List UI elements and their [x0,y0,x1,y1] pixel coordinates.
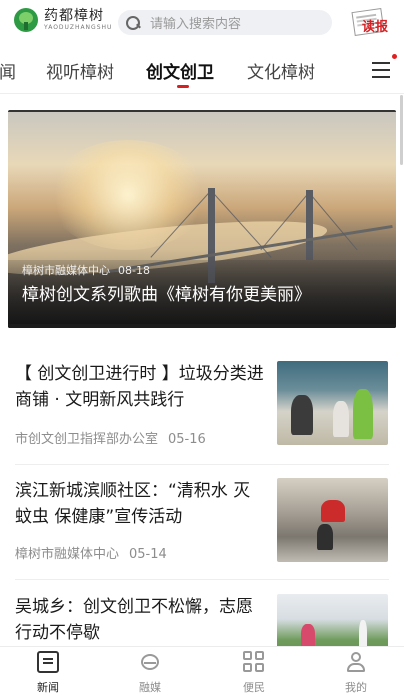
app-header: 药都樟树 YAODUZHANGSHU 请输入搜索内容 读报 [0,0,404,45]
logo-subtitle: YAODUZHANGSHU [44,24,113,31]
banner-date: 08-18 [118,264,150,277]
bottom-nav: 新闻 融媒 便民 我的 [0,646,404,695]
news-date: 05-16 [168,432,206,447]
nav-label: 新闻 [37,681,59,694]
news-item[interactable]: 【 创文创卫进行时 】垃圾分类进商铺 · 文明新风共践行 市创文创卫指挥部办公室… [15,361,390,447]
news-item[interactable]: 吴城乡：创文创卫不松懈，志愿行动不停歇 [15,594,390,678]
cloud-icon [139,651,161,673]
search-input[interactable]: 请输入搜索内容 [118,10,332,35]
search-icon [126,15,140,30]
news-title: 【 创文创卫进行时 】垃圾分类进商铺 · 文明新风共践行 [15,364,264,410]
news-thumbnail [277,361,388,445]
tab-news[interactable]: 闻 [0,58,16,83]
banner-source: 樟树市融媒体中心 [22,264,110,277]
news-source: 市创文创卫指挥部办公室 [15,432,159,447]
read-paper-button[interactable]: 读报 [350,8,394,38]
channel-tabs: 闻 视听樟树 创文创卫 文化樟树 [0,48,404,94]
news-date: 05-14 [129,547,167,562]
tree-logo-icon [14,8,38,32]
banner-title: 樟树创文系列歌曲《樟树有你更美丽》 [22,285,311,305]
banner-meta: 樟树市融媒体中心 08-18 [22,262,150,278]
user-icon [345,651,367,673]
scrollbar[interactable] [400,95,403,645]
logo-title: 药都樟树 [44,8,104,24]
read-paper-label: 读报 [362,20,389,35]
nav-label: 融媒 [139,681,161,694]
search-placeholder: 请输入搜索内容 [150,17,242,32]
grid-icon [243,651,265,673]
news-title: 吴城乡：创文创卫不松懈，志愿行动不停歇 [15,597,253,643]
news-thumbnail [277,478,388,562]
channel-menu-button[interactable] [372,62,390,78]
notification-dot [392,54,397,59]
scrollbar-thumb[interactable] [400,95,403,165]
nav-label: 我的 [345,681,367,694]
tab-audiovisual[interactable]: 视听樟树 [46,58,114,83]
news-icon [37,651,59,673]
tab-civilization[interactable]: 创文创卫 [146,58,214,83]
nav-profile[interactable]: 我的 [326,651,386,695]
tab-culture[interactable]: 文化樟树 [247,58,315,83]
featured-banner[interactable]: 樟树市融媒体中心 08-18 樟树创文系列歌曲《樟树有你更美丽》 [8,110,396,328]
nav-news[interactable]: 新闻 [18,651,78,695]
news-source: 樟树市融媒体中心 [15,547,120,562]
news-meta: 樟树市融媒体中心 05-14 [15,543,167,562]
nav-media[interactable]: 融媒 [120,651,180,695]
news-title: 滨江新城滨顺社区：“清积水 灭蚊虫 保健康”宣传活动 [15,481,251,527]
divider [15,464,389,465]
nav-label: 便民 [243,681,265,694]
active-tab-indicator [177,85,189,88]
divider [15,579,389,580]
app-logo[interactable]: 药都樟树 YAODUZHANGSHU [14,8,112,32]
menu-icon [372,62,390,64]
nav-services[interactable]: 便民 [224,651,284,695]
news-item[interactable]: 滨江新城滨顺社区：“清积水 灭蚊虫 保健康”宣传活动 樟树市融媒体中心 05-14 [15,478,390,564]
news-meta: 市创文创卫指挥部办公室 05-16 [15,428,206,447]
